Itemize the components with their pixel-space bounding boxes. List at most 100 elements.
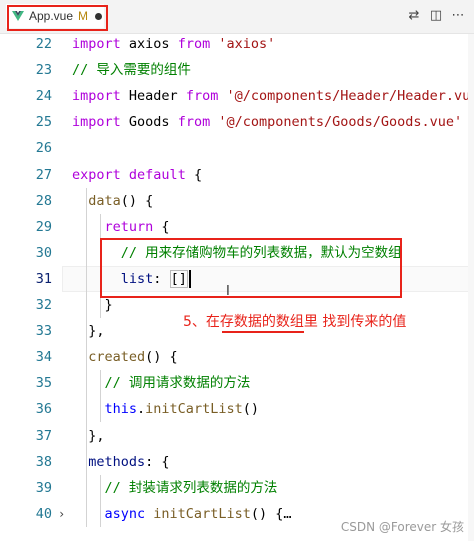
split-editor-icon[interactable]: ◫ [428, 8, 444, 24]
code-token: // 封装请求列表数据的方法 [104, 479, 278, 496]
code-token: [] [169, 269, 188, 288]
code-text: import Header from '@/components/Header/… [72, 83, 474, 109]
more-actions-icon[interactable]: ⋯ [450, 8, 466, 24]
code-line-26[interactable]: 26 [0, 135, 474, 161]
code-text: // 封装请求列表数据的方法 [72, 475, 278, 501]
code-token: { [185, 166, 203, 183]
code-token: this [104, 401, 138, 418]
code-line-27[interactable]: 27 export default { [0, 162, 474, 188]
code-text: export default { [72, 162, 202, 188]
code-token: }, [72, 427, 105, 444]
indent-guide [100, 213, 101, 319]
line-number: 32 [35, 297, 52, 313]
code-token: axios [120, 36, 178, 52]
code-token: () { [145, 349, 178, 366]
line-number: 25 [35, 114, 52, 131]
line-number: 22 [35, 36, 52, 52]
annotation-underline [222, 331, 304, 333]
code-token: … [283, 505, 292, 522]
unsaved-dot-icon[interactable] [95, 12, 103, 20]
indent-guide [100, 370, 101, 423]
code-text: // 调用请求数据的方法 [72, 370, 251, 396]
tab-modified-status: M [78, 9, 89, 23]
code-token: methods [88, 453, 146, 470]
tab-filename: App.vue [29, 9, 74, 23]
line-number: 38 [35, 453, 52, 470]
code-line-22[interactable]: 22 import axios from 'axios' [0, 34, 474, 57]
line-number: 29 [35, 218, 52, 235]
code-text: created() { [72, 344, 178, 370]
code-line-31[interactable]: 31 list: [] [0, 266, 474, 292]
line-number: 30 [35, 244, 52, 261]
code-token: () [242, 401, 259, 418]
code-line-37[interactable]: 37 }, [0, 423, 474, 449]
code-token: import [72, 114, 121, 131]
code-line-34[interactable]: 34 created() { [0, 344, 474, 370]
code-token: data [88, 192, 121, 209]
editor-tab-app-vue[interactable]: App.vue M [6, 4, 104, 28]
editor-actions: ⇄ ◫ ⋯ [406, 8, 466, 24]
code-token: initCartList [145, 401, 243, 418]
code-token: default [128, 166, 186, 183]
code-line-35[interactable]: 35 // 调用请求数据的方法 [0, 370, 474, 396]
fold-chevron-icon[interactable]: › [58, 501, 65, 527]
code-text: data() { [72, 188, 153, 214]
code-text: } [72, 292, 113, 318]
line-number: 34 [35, 349, 52, 366]
line-number: 27 [35, 166, 52, 183]
code-token: import [72, 88, 121, 105]
code-line-23[interactable]: 23 // 导入需要的组件 [0, 57, 474, 83]
code-line-36[interactable]: 36 this.initCartList() [0, 396, 474, 422]
code-text: import axios from 'axios' [72, 34, 275, 57]
code-token: () { [250, 505, 284, 522]
code-text: // 导入需要的组件 [72, 57, 191, 83]
editor-tab-bar: App.vue M ⇄ ◫ ⋯ [0, 0, 474, 34]
code-token: '@/components/Header/Header.vue' [218, 88, 474, 105]
line-number: 31 [35, 270, 52, 287]
code-token: . [137, 401, 146, 418]
code-text: async initCartList() {… [72, 501, 292, 527]
code-line-30[interactable]: 30 // 用来存储购物车的列表数据，默认为空数组 [0, 240, 474, 266]
code-token: created [88, 349, 146, 366]
code-line-25[interactable]: 25 import Goods from '@/components/Goods/… [0, 109, 474, 135]
vue-icon [12, 11, 24, 21]
watermark: CSDN @Forever 女孩 [340, 520, 464, 534]
code-token: '@/components/Goods/Goods.vue' [210, 114, 463, 131]
code-token: }, [72, 323, 105, 340]
compare-changes-icon[interactable]: ⇄ [406, 8, 422, 24]
code-token: return [104, 218, 154, 235]
code-text: import Goods from '@/components/Goods/Go… [72, 109, 462, 135]
code-token: from [185, 88, 219, 105]
code-line-39[interactable]: 39 // 封装请求列表数据的方法 [0, 475, 474, 501]
code-token: : { [145, 453, 170, 470]
code-line-24[interactable]: 24 import Header from '@/components/Heade… [0, 83, 474, 109]
code-line-28[interactable]: 28 data() { [0, 188, 474, 214]
code-token: // 导入需要的组件 [72, 62, 191, 79]
line-number: 36 [35, 401, 52, 418]
indent-guide [86, 187, 87, 527]
code-line-29[interactable]: 29 return { [0, 214, 474, 240]
line-number: 40 [35, 505, 52, 522]
line-number: 35 [35, 375, 52, 392]
code-token: from [177, 36, 211, 52]
annotation-text: 5、在存数据的数组里 找到传来的值 [183, 314, 407, 330]
scrollbar[interactable] [468, 34, 474, 541]
code-line-38[interactable]: 38 methods: { [0, 449, 474, 475]
code-token: Goods [120, 114, 178, 131]
code-token: list [120, 270, 154, 287]
code-text: // 用来存储购物车的列表数据，默认为空数组 [72, 240, 402, 266]
caret [188, 269, 191, 288]
code-token: 'axios' [210, 36, 276, 52]
code-token: { [153, 218, 170, 235]
code-token: // 用来存储购物车的列表数据，默认为空数组 [120, 244, 402, 261]
code-text: list: [] [72, 266, 191, 292]
line-number: 28 [35, 192, 52, 209]
code-editor[interactable]: 22 import axios from 'axios' 23// 导入需要的组件 2… [0, 34, 474, 541]
code-token: () { [120, 192, 154, 209]
text-cursor-icon: I [226, 284, 230, 299]
code-token: from [177, 114, 211, 131]
code-text: }, [72, 423, 105, 449]
